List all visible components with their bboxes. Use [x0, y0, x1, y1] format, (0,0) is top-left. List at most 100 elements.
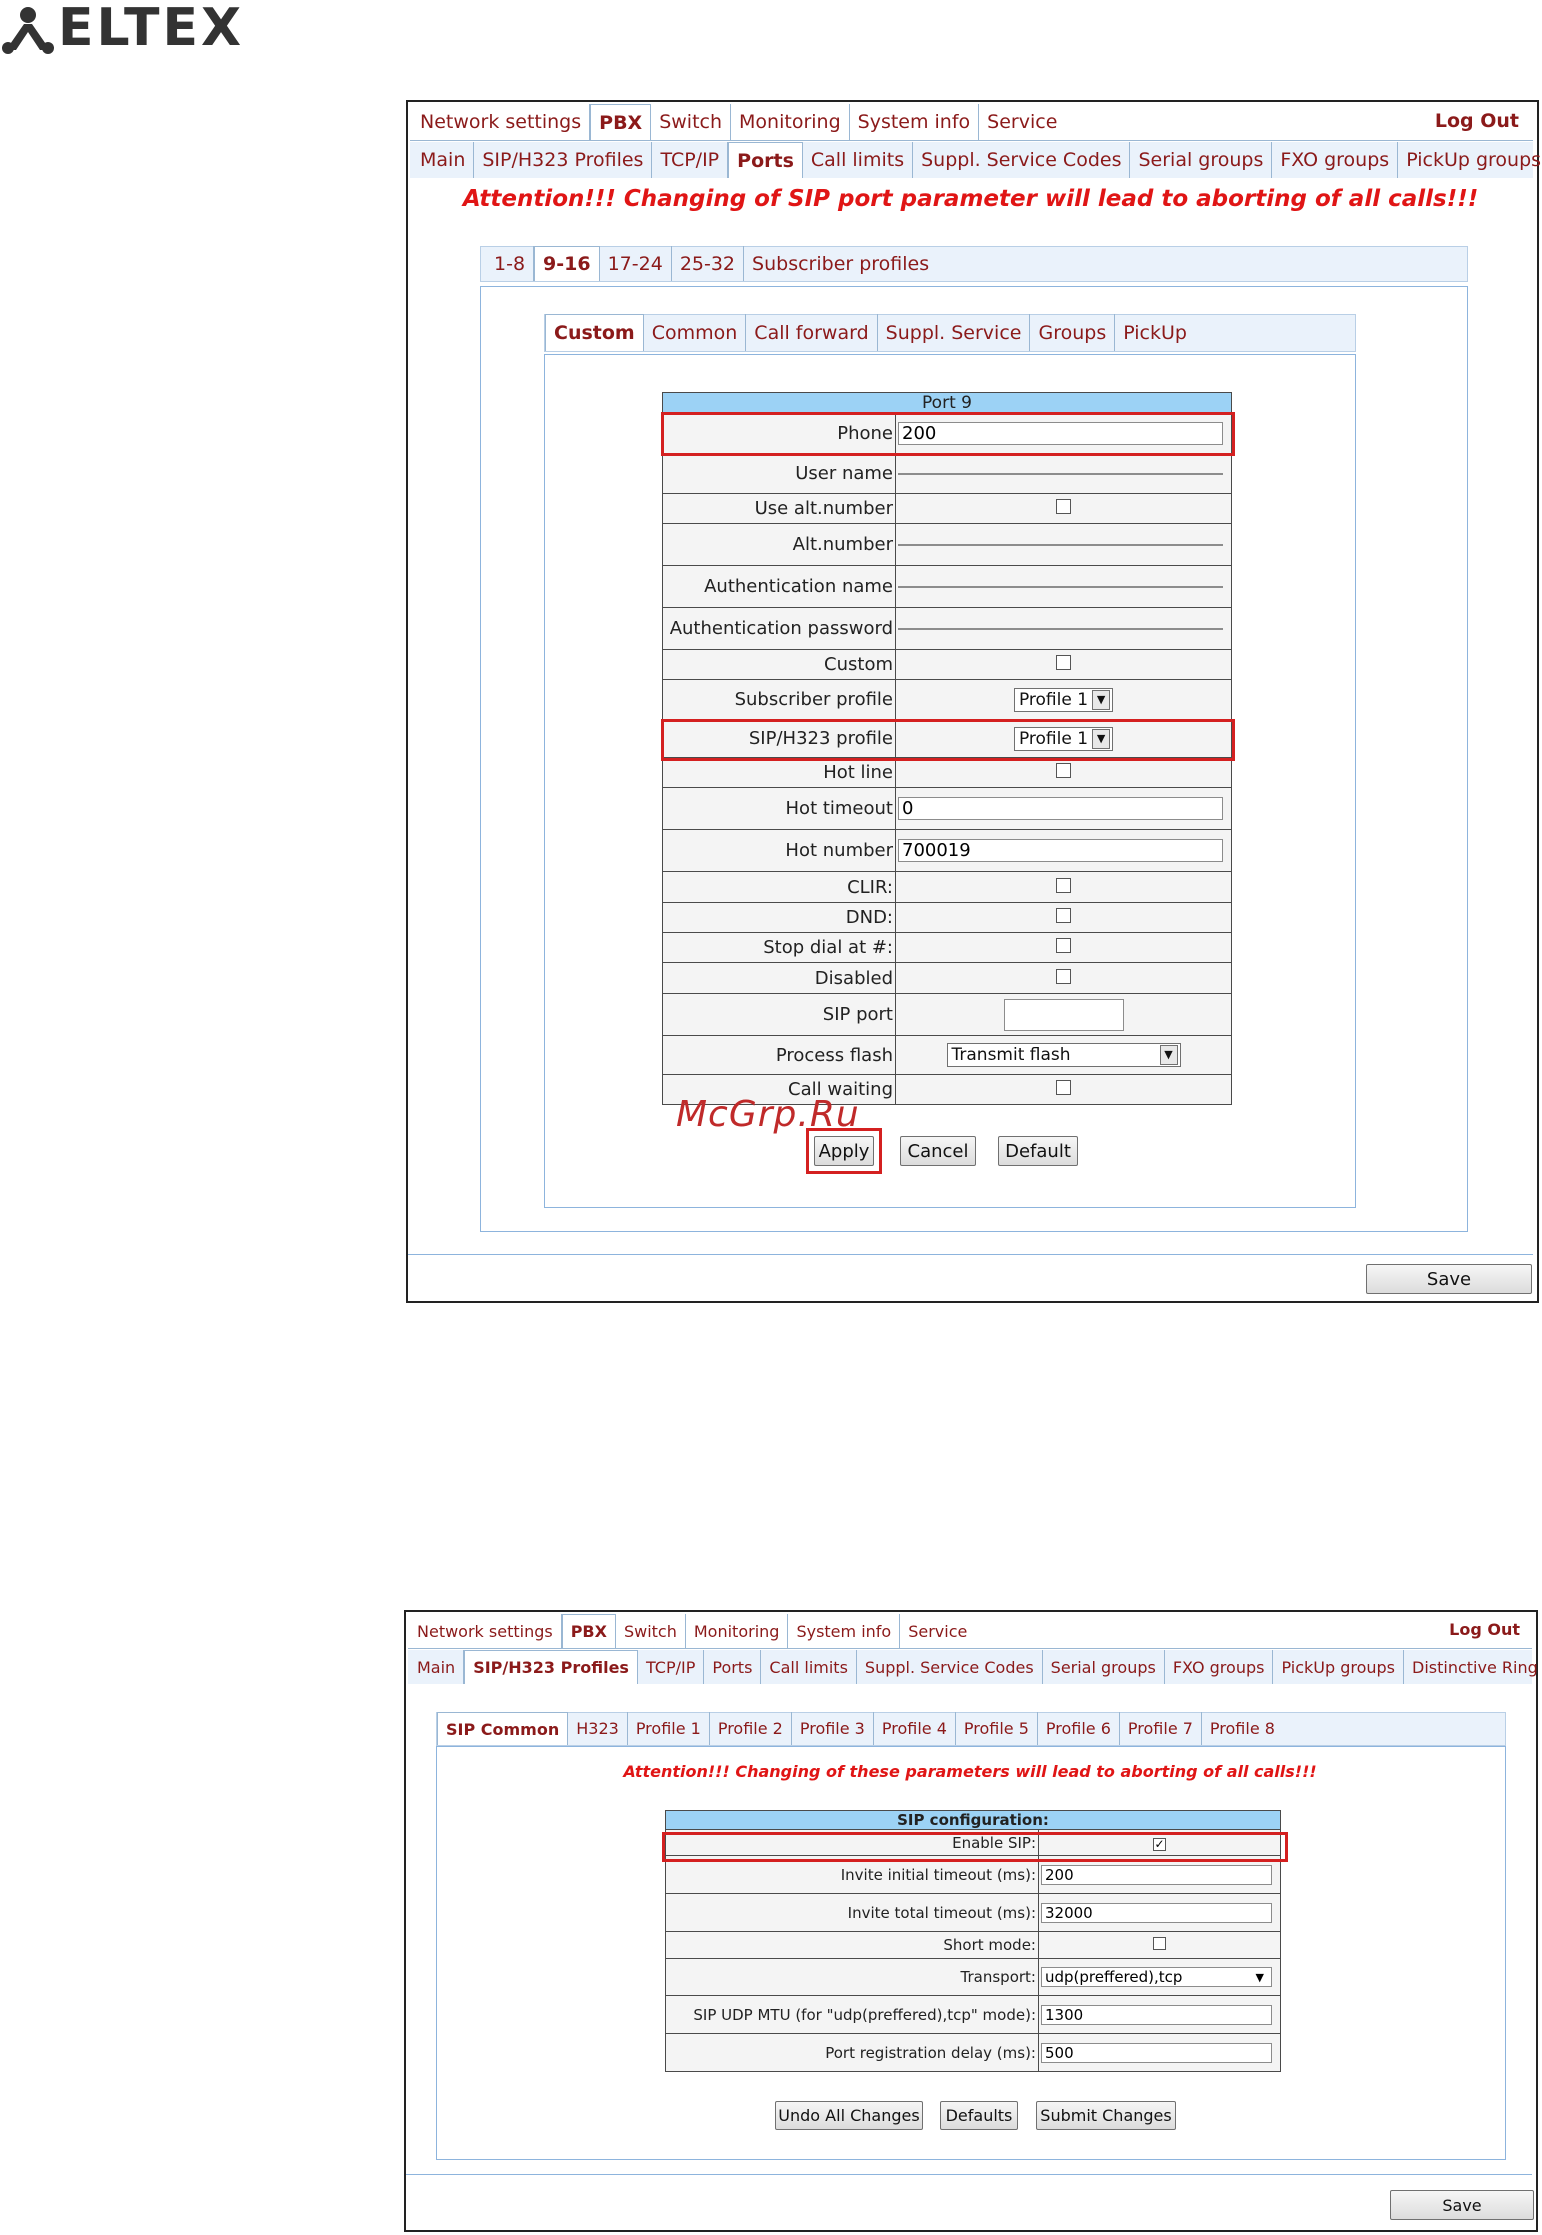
profile-tabs: SIP Common H323 Profile 1 Profile 2 Profile … — [437, 1712, 1283, 1745]
profile-tab-profile-3[interactable]: Profile 3 — [792, 1712, 874, 1745]
tab2-network-settings[interactable]: Network settings — [409, 1614, 562, 1648]
inner-tab-custom[interactable]: Custom — [545, 314, 644, 351]
tab-monitoring[interactable]: Monitoring — [731, 104, 850, 140]
tab-pbx[interactable]: PBX — [590, 104, 652, 140]
process-flash-select[interactable]: Transmit flash ▼ — [946, 1043, 1181, 1067]
profile-tab-profile-5[interactable]: Profile 5 — [956, 1712, 1038, 1745]
subtab-pickup-groups[interactable]: PickUp groups — [1398, 142, 1542, 178]
port-tab-25-32[interactable]: 25-32 — [672, 246, 745, 281]
tab-switch[interactable]: Switch — [651, 104, 732, 140]
row-clir: CLIR: — [662, 871, 1232, 903]
apply-highlight — [806, 1128, 882, 1174]
subtab-ports[interactable]: Ports — [728, 142, 803, 178]
sip-port-input[interactable] — [1003, 998, 1124, 1031]
tab2-monitoring[interactable]: Monitoring — [686, 1614, 789, 1648]
transport-select[interactable]: udp(preffered),tcp ▼ — [1041, 1967, 1272, 1987]
bottom-divider — [408, 1254, 1533, 1255]
subscriber-profile-label: Subscriber profile — [662, 679, 896, 720]
stop-dial-checkbox[interactable] — [1056, 938, 1071, 953]
default-button[interactable]: Default — [998, 1136, 1078, 1166]
user-name-input[interactable] — [898, 472, 1223, 475]
inner-tab-common[interactable]: Common — [644, 314, 747, 351]
profile-tab-profile-6[interactable]: Profile 6 — [1038, 1712, 1120, 1745]
subtab2-main[interactable]: Main — [409, 1650, 465, 1684]
subtab-sip-h323-profiles[interactable]: SIP/H323 Profiles — [474, 142, 653, 178]
submit-changes-button[interactable]: Submit Changes — [1036, 2101, 1176, 2130]
save-button[interactable]: Save — [1366, 1264, 1532, 1294]
invite-initial-input[interactable]: 200 — [1041, 1864, 1272, 1885]
tab-service[interactable]: Service — [979, 104, 1065, 140]
tab2-switch[interactable]: Switch — [616, 1614, 686, 1648]
invite-total-input[interactable]: 32000 — [1041, 1902, 1272, 1923]
disabled-checkbox[interactable] — [1056, 968, 1071, 984]
subtab2-distinctive-ring[interactable]: Distinctive Ring — [1404, 1650, 1542, 1684]
logout-link[interactable]: Log Out — [1435, 110, 1519, 132]
reg-delay-input[interactable]: 500 — [1041, 2042, 1272, 2063]
alt-number-input[interactable] — [898, 543, 1223, 546]
tab-system-info[interactable]: System info — [850, 104, 980, 140]
profile-tab-sip-common[interactable]: SIP Common — [437, 1712, 569, 1745]
port-tab-17-24[interactable]: 17-24 — [600, 246, 672, 281]
subtab2-ports[interactable]: Ports — [704, 1650, 762, 1684]
profile-tab-profile-2[interactable]: Profile 2 — [710, 1712, 792, 1745]
save-button-2[interactable]: Save — [1390, 2190, 1534, 2220]
subtab-suppl-service-codes[interactable]: Suppl. Service Codes — [913, 142, 1131, 178]
short-mode-checkbox[interactable] — [1153, 1937, 1166, 1950]
cancel-button[interactable]: Cancel — [900, 1136, 976, 1166]
call-waiting-checkbox[interactable] — [1056, 1080, 1071, 1095]
hot-line-checkbox[interactable] — [1056, 763, 1071, 778]
port-tab-9-16[interactable]: 9-16 — [534, 246, 600, 281]
tab2-system-info[interactable]: System info — [788, 1614, 901, 1648]
hot-timeout-input[interactable]: 0 — [898, 797, 1223, 820]
port-tab-1-8[interactable]: 1-8 — [486, 246, 535, 281]
enable-sip-highlight — [662, 1832, 1288, 1862]
subtab-serial-groups[interactable]: Serial groups — [1130, 142, 1273, 178]
defaults-button[interactable]: Defaults — [940, 2101, 1018, 2130]
subtab2-suppl-service-codes[interactable]: Suppl. Service Codes — [857, 1650, 1043, 1684]
port-tab-subscriber-profiles[interactable]: Subscriber profiles — [744, 246, 937, 281]
subtab2-call-limits[interactable]: Call limits — [761, 1650, 857, 1684]
subtab2-pickup-groups[interactable]: PickUp groups — [1273, 1650, 1405, 1684]
eltex-logo-icon — [2, 7, 54, 54]
subtab-call-limits[interactable]: Call limits — [803, 142, 914, 178]
profile-tab-profile-7[interactable]: Profile 7 — [1120, 1712, 1202, 1745]
top-nav-2: Network settings PBX Switch Monitoring Syste… — [409, 1614, 975, 1648]
inner-tab-groups[interactable]: Groups — [1030, 314, 1116, 351]
tab2-pbx[interactable]: PBX — [561, 1614, 616, 1648]
port-title: Port 9 — [662, 392, 1232, 414]
subtab2-tcp-ip[interactable]: TCP/IP — [638, 1650, 705, 1684]
hot-line-label: Hot line — [662, 757, 896, 788]
undo-all-changes-button[interactable]: Undo All Changes — [775, 2101, 923, 2130]
row-udp-mtu: SIP UDP MTU (for "udp(preffered),tcp" mo… — [665, 1995, 1281, 2034]
port-tabs: 1-8 9-16 17-24 25-32 Subscriber profiles — [486, 246, 937, 281]
clir-checkbox[interactable] — [1056, 877, 1071, 893]
profile-tab-profile-4[interactable]: Profile 4 — [874, 1712, 956, 1745]
subtab-fxo-groups[interactable]: FXO groups — [1272, 142, 1399, 178]
inner-tab-pickup[interactable]: PickUp — [1115, 314, 1195, 351]
subtab2-fxo-groups[interactable]: FXO groups — [1165, 1650, 1274, 1684]
subscriber-profile-select[interactable]: Profile 1 ▼ — [1013, 687, 1114, 712]
stop-dial-label: Stop dial at #: — [662, 932, 896, 963]
transport-label: Transport: — [665, 1958, 1039, 1996]
tab-network-settings[interactable]: Network settings — [412, 104, 591, 140]
custom-checkbox[interactable] — [1056, 655, 1071, 670]
use-alt-checkbox[interactable] — [1056, 499, 1071, 514]
reg-delay-label: Port registration delay (ms): — [665, 2033, 1039, 2072]
inner-tab-call-forward[interactable]: Call forward — [746, 314, 878, 351]
inner-tab-suppl-service[interactable]: Suppl. Service — [878, 314, 1031, 351]
subtab2-sip-h323-profiles[interactable]: SIP/H323 Profiles — [464, 1650, 638, 1684]
profile-tab-h323[interactable]: H323 — [568, 1712, 628, 1745]
hot-number-input[interactable]: 700019 — [898, 839, 1223, 862]
tab2-service[interactable]: Service — [900, 1614, 975, 1648]
subtab-tcp-ip[interactable]: TCP/IP — [652, 142, 729, 178]
logout-link-2[interactable]: Log Out — [1449, 1620, 1520, 1639]
profile-tab-profile-1[interactable]: Profile 1 — [628, 1712, 710, 1745]
subtab-main[interactable]: Main — [412, 142, 475, 178]
auth-name-input[interactable] — [898, 585, 1223, 588]
profile-tab-profile-8[interactable]: Profile 8 — [1202, 1712, 1283, 1745]
subtab2-serial-groups[interactable]: Serial groups — [1043, 1650, 1165, 1684]
sip-config-title: SIP configuration: — [665, 1810, 1281, 1830]
udp-mtu-input[interactable]: 1300 — [1041, 2004, 1272, 2025]
auth-password-input[interactable] — [898, 627, 1223, 630]
dnd-checkbox[interactable] — [1056, 908, 1071, 923]
